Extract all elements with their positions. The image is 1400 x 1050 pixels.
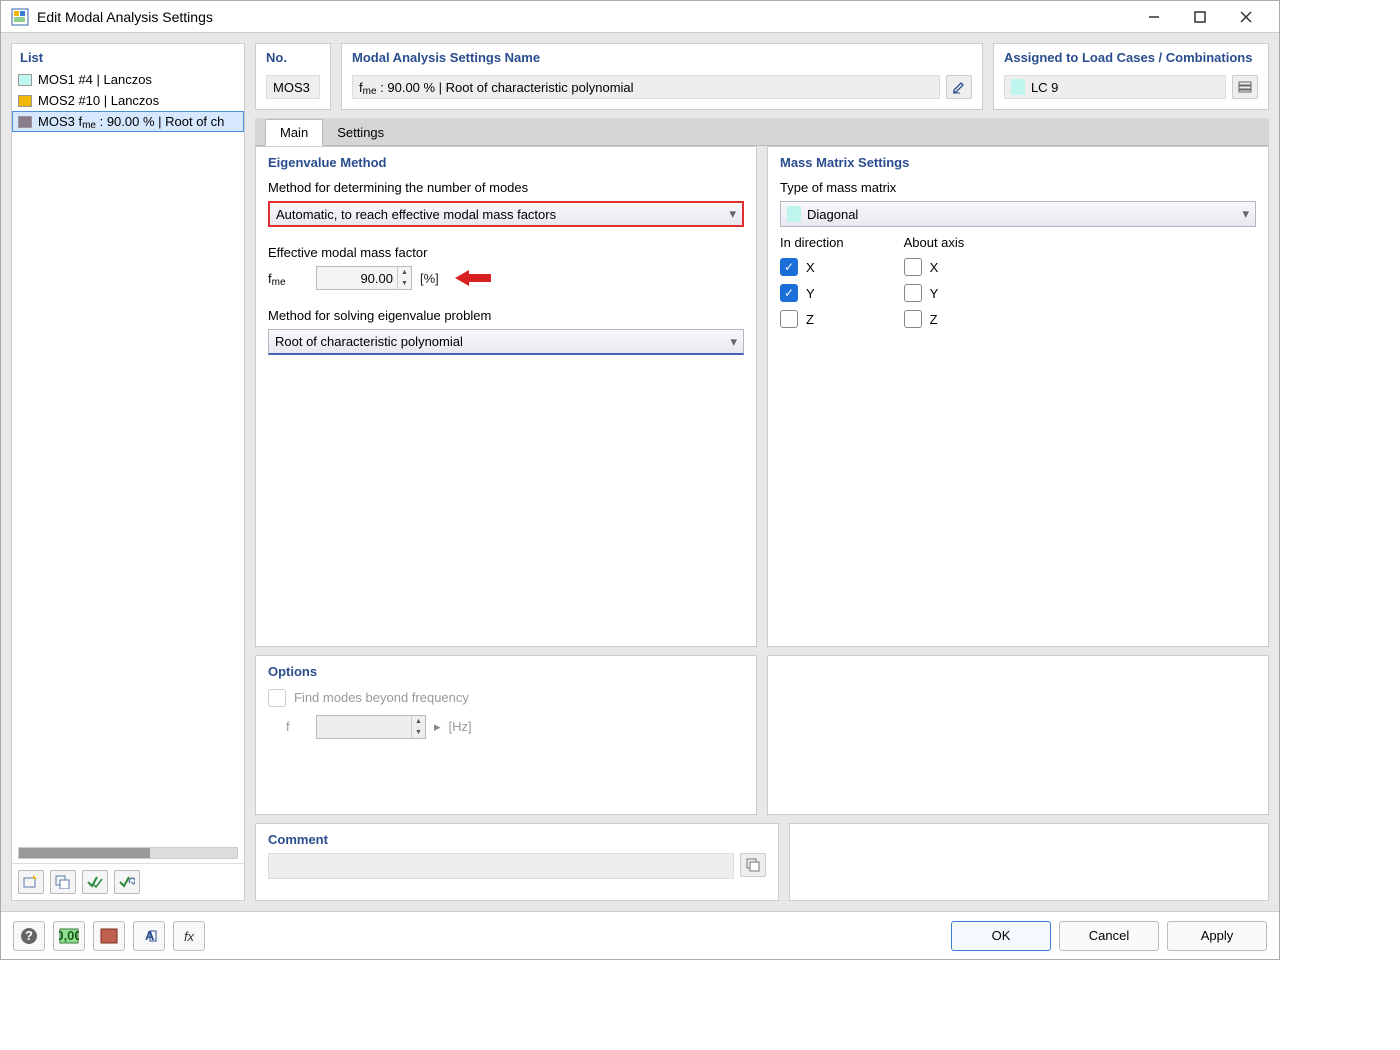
assigned-box: Assigned to Load Cases / Combinations LC… bbox=[993, 43, 1269, 110]
ok-button[interactable]: OK bbox=[951, 921, 1051, 951]
f-label: f bbox=[286, 719, 308, 734]
mass-swatch bbox=[787, 206, 801, 222]
options-panel: Options Find modes beyond frequency f ▲▼ bbox=[255, 655, 757, 816]
axis-z-checkbox[interactable] bbox=[904, 310, 922, 328]
dir-x-checkbox[interactable] bbox=[780, 258, 798, 276]
solver-select[interactable]: Root of characteristic polynomial ▾ bbox=[268, 329, 744, 355]
list-item-label: MOS2 #10 | Lanczos bbox=[38, 93, 159, 108]
name-field: fme : 90.00 % | Root of characteristic p… bbox=[352, 75, 940, 99]
name-box: Modal Analysis Settings Name fme : 90.00… bbox=[341, 43, 983, 110]
comment-input[interactable] bbox=[268, 853, 734, 879]
no-label: No. bbox=[266, 50, 320, 65]
dir-y-checkbox[interactable] bbox=[780, 284, 798, 302]
comment-panel: Comment bbox=[255, 823, 779, 901]
app-icon bbox=[11, 8, 29, 26]
mass-panel: Mass Matrix Settings Type of mass matrix… bbox=[767, 146, 1269, 647]
name-label: Modal Analysis Settings Name bbox=[352, 50, 972, 65]
factor-symbol: fme bbox=[268, 271, 308, 286]
help-button[interactable]: ? bbox=[13, 921, 45, 951]
apply-button[interactable]: Apply bbox=[1167, 921, 1267, 951]
list-item[interactable]: MOS2 #10 | Lanczos bbox=[12, 90, 244, 111]
spinner-up[interactable]: ▲ bbox=[398, 267, 411, 278]
tab-settings[interactable]: Settings bbox=[323, 120, 398, 145]
spinner-down[interactable]: ▼ bbox=[398, 278, 411, 289]
list-panel: List MOS1 #4 | Lanczos MOS2 #10 | Lanczo… bbox=[11, 43, 245, 901]
list-title: List bbox=[12, 44, 244, 69]
close-button[interactable] bbox=[1223, 2, 1269, 32]
formula-button[interactable]: fx bbox=[173, 921, 205, 951]
eigenvalue-panel: Eigenvalue Method Method for determining… bbox=[255, 146, 757, 647]
eigen-title: Eigenvalue Method bbox=[268, 155, 744, 170]
annotation-arrow-icon bbox=[453, 268, 493, 288]
lc-swatch bbox=[1011, 79, 1025, 95]
options-title: Options bbox=[268, 664, 744, 679]
cancel-button[interactable]: Cancel bbox=[1059, 921, 1159, 951]
check-all-button[interactable] bbox=[82, 870, 108, 894]
window-title: Edit Modal Analysis Settings bbox=[37, 9, 1131, 25]
list-item[interactable]: MOS1 #4 | Lanczos bbox=[12, 69, 244, 90]
assigned-field: LC 9 bbox=[1004, 75, 1226, 99]
mass-type-select[interactable]: Diagonal ▾ bbox=[780, 201, 1256, 227]
empty-panel-bottom-right bbox=[789, 823, 1269, 901]
modes-method-select[interactable]: Automatic, to reach effective modal mass… bbox=[268, 201, 744, 227]
maximize-button[interactable] bbox=[1177, 2, 1223, 32]
assigned-label: Assigned to Load Cases / Combinations bbox=[1004, 50, 1258, 65]
empty-panel-right bbox=[767, 655, 1269, 816]
find-modes-checkbox[interactable] bbox=[268, 689, 286, 707]
new-item-button[interactable] bbox=[18, 870, 44, 894]
select-value: Diagonal bbox=[807, 207, 858, 222]
color-swatch bbox=[18, 74, 32, 86]
dir-z-checkbox[interactable] bbox=[780, 310, 798, 328]
list-items: MOS1 #4 | Lanczos MOS2 #10 | Lanczos MOS… bbox=[12, 69, 244, 843]
factor-unit: [%] bbox=[420, 271, 439, 286]
footer: ? 0,00 A fx OK Cancel Apply bbox=[1, 911, 1279, 959]
axis-label: About axis bbox=[904, 235, 965, 250]
copy-item-button[interactable] bbox=[50, 870, 76, 894]
assigned-details-button[interactable] bbox=[1232, 75, 1258, 99]
modes-method-label: Method for determining the number of mod… bbox=[268, 180, 744, 195]
find-modes-label: Find modes beyond frequency bbox=[294, 690, 469, 705]
factor-label: Effective modal mass factor bbox=[268, 245, 744, 260]
svg-text:0,00: 0,00 bbox=[59, 928, 79, 943]
horizontal-scrollbar[interactable] bbox=[18, 847, 238, 859]
color-button[interactable] bbox=[93, 921, 125, 951]
list-toolbar bbox=[12, 863, 244, 900]
mass-type-label: Type of mass matrix bbox=[780, 180, 1256, 195]
direction-label: In direction bbox=[780, 235, 844, 250]
comment-library-button[interactable] bbox=[740, 853, 766, 877]
tab-strip: Main Settings bbox=[255, 118, 1269, 146]
chevron-down-icon: ▾ bbox=[730, 334, 737, 350]
check-cycle-button[interactable] bbox=[114, 870, 140, 894]
list-item-label: MOS1 #4 | Lanczos bbox=[38, 72, 152, 87]
factor-input[interactable]: 90.00 ▲▼ bbox=[316, 266, 412, 290]
minimize-button[interactable] bbox=[1131, 2, 1177, 32]
svg-text:fx: fx bbox=[184, 929, 195, 944]
list-item-label: MOS3 fme : 90.00 % | Root of ch bbox=[38, 114, 224, 129]
chevron-down-icon: ▾ bbox=[1242, 206, 1249, 222]
svg-text:?: ? bbox=[25, 928, 33, 943]
mass-title: Mass Matrix Settings bbox=[780, 155, 1256, 170]
select-value: Root of characteristic polynomial bbox=[275, 334, 463, 349]
comment-title: Comment bbox=[268, 832, 766, 847]
rename-button[interactable]: A bbox=[133, 921, 165, 951]
titlebar: Edit Modal Analysis Settings bbox=[1, 1, 1279, 33]
f-unit: [Hz] bbox=[449, 719, 472, 734]
number-box: No. MOS3 bbox=[255, 43, 331, 110]
axis-y-checkbox[interactable] bbox=[904, 284, 922, 302]
color-swatch bbox=[18, 116, 32, 128]
color-swatch bbox=[18, 95, 32, 107]
chevron-down-icon: ▾ bbox=[729, 206, 736, 222]
tab-main[interactable]: Main bbox=[265, 119, 323, 146]
select-value: Automatic, to reach effective modal mass… bbox=[276, 207, 556, 222]
list-item[interactable]: MOS3 fme : 90.00 % | Root of ch bbox=[12, 111, 244, 132]
units-button[interactable]: 0,00 bbox=[53, 921, 85, 951]
solver-label: Method for solving eigenvalue problem bbox=[268, 308, 744, 323]
edit-name-button[interactable] bbox=[946, 75, 972, 99]
f-input: ▲▼ bbox=[316, 715, 426, 739]
axis-x-checkbox[interactable] bbox=[904, 258, 922, 276]
no-field: MOS3 bbox=[266, 75, 320, 99]
